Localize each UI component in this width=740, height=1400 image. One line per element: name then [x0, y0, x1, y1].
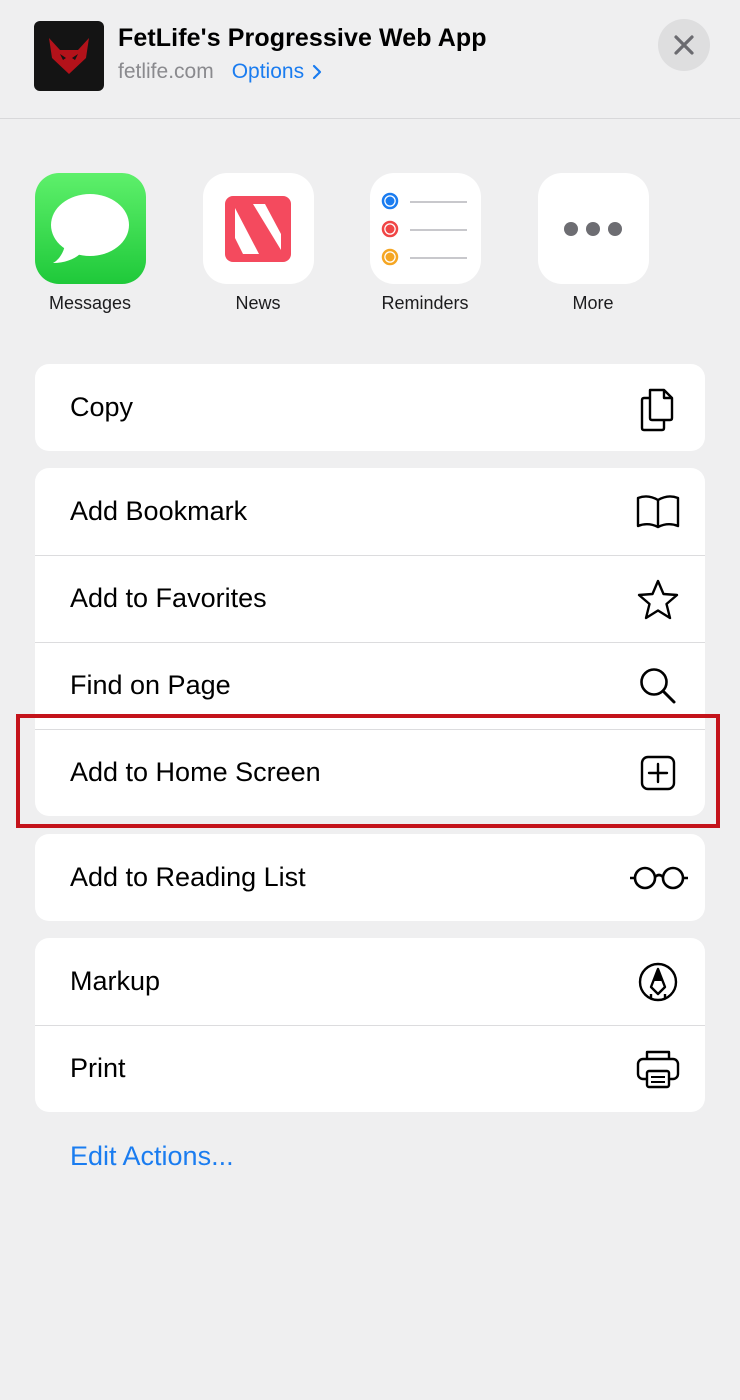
print-action[interactable]: Print	[35, 1025, 705, 1112]
site-domain: fetlife.com	[118, 60, 214, 83]
copy-label: Copy	[70, 392, 134, 422]
edit-actions-link[interactable]: Edit Actions...	[70, 1141, 234, 1172]
find-on-page-label: Find on Page	[70, 670, 231, 700]
reminders-icon	[369, 173, 481, 284]
find-on-page-action[interactable]: Find on Page	[35, 642, 705, 729]
add-bookmark-label: Add Bookmark	[70, 496, 248, 526]
add-to-home-screen-action[interactable]: Add to Home Screen	[35, 729, 705, 816]
search-icon	[635, 663, 681, 709]
share-sheet-header: FetLife's Progressive Web App fetlife.co…	[0, 0, 740, 119]
fox-logo-icon	[49, 38, 89, 74]
app-label: Reminders	[381, 293, 469, 313]
share-app-messages[interactable]: Messages	[20, 173, 160, 314]
printer-icon	[635, 1046, 681, 1092]
more-icon	[537, 173, 649, 284]
options-label: Options	[231, 60, 305, 83]
share-app-reminders[interactable]: Reminders	[355, 173, 495, 314]
add-to-reading-list-action[interactable]: Add to Reading List	[35, 834, 705, 921]
action-group-markup-print: Markup Print	[35, 938, 705, 1112]
chevron-right-icon	[312, 64, 322, 80]
markup-action[interactable]: Markup	[35, 938, 705, 1025]
app-logo	[34, 21, 104, 91]
close-icon	[674, 35, 694, 55]
share-apps-row: Messages News Reminders More	[0, 173, 740, 323]
markup-pen-icon	[635, 959, 681, 1005]
news-icon	[202, 173, 314, 284]
add-bookmark-action[interactable]: Add Bookmark	[35, 468, 705, 555]
share-app-more[interactable]: More	[523, 173, 663, 314]
app-label: News	[235, 293, 281, 313]
add-to-favorites-label: Add to Favorites	[70, 583, 267, 613]
action-group-reading-list: Add to Reading List	[35, 834, 705, 921]
glasses-icon	[629, 855, 689, 901]
book-icon	[635, 489, 681, 535]
add-to-home-screen-label: Add to Home Screen	[70, 757, 321, 787]
subtitle-row: fetlife.com Options	[118, 60, 322, 84]
messages-icon	[34, 173, 146, 284]
app-label: Messages	[48, 293, 132, 313]
markup-label: Markup	[70, 966, 161, 996]
close-button[interactable]	[658, 19, 710, 71]
print-label: Print	[70, 1053, 126, 1083]
page-title: FetLife's Progressive Web App	[118, 24, 487, 52]
copy-action[interactable]: Copy	[35, 364, 705, 451]
share-app-news[interactable]: News	[188, 173, 328, 314]
options-link[interactable]: Options	[232, 60, 322, 84]
add-to-favorites-action[interactable]: Add to Favorites	[35, 555, 705, 642]
app-label: More	[572, 293, 614, 313]
action-group-browser: Add Bookmark Add to Favorites Find on Pa…	[35, 468, 705, 816]
copy-icon	[635, 385, 681, 431]
star-icon	[635, 576, 681, 622]
action-group-copy: Copy	[35, 364, 705, 451]
add-to-reading-list-label: Add to Reading List	[70, 862, 306, 892]
plus-square-icon	[635, 750, 681, 796]
